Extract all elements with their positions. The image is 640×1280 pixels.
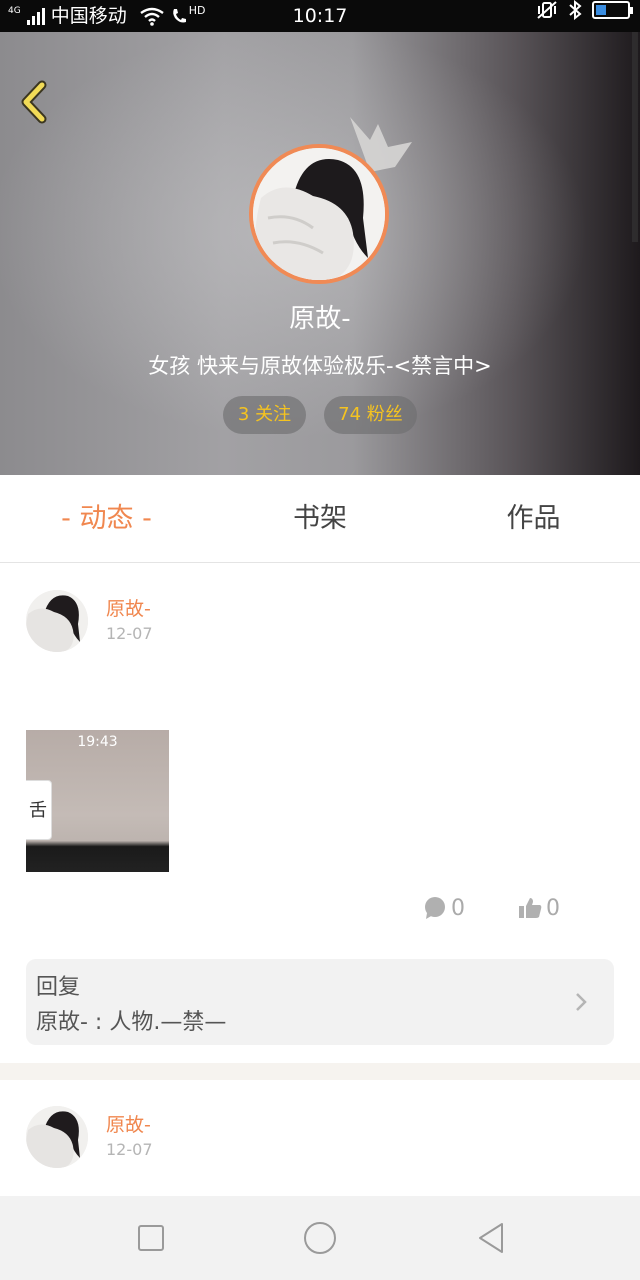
post-author[interactable]: 原故- (106, 594, 151, 621)
scroll-edge (632, 32, 638, 242)
profile-header: 原故- 女孩 快来与原故体验极乐-<禁言中> 3 关注 74 粉丝 (0, 32, 640, 475)
profile-avatar[interactable] (249, 144, 389, 284)
comment-count: 0 (451, 895, 465, 921)
tab-bookshelf[interactable]: 书架 (213, 475, 427, 563)
thumbnail-time: 19:43 (77, 734, 118, 750)
thumbs-up-icon (519, 898, 542, 918)
following-count-pill[interactable]: 3 关注 (223, 396, 306, 434)
post-avatar-image (26, 590, 88, 652)
chevron-right-icon (576, 993, 587, 1011)
reply-preview[interactable]: 回复 原故- : 人物.—禁— (26, 959, 614, 1045)
post-header: 原故- 12-07 (26, 1106, 426, 1168)
reply-title: 回复 (36, 975, 81, 1000)
battery-icon (592, 1, 633, 19)
post-divider (0, 1063, 640, 1080)
post-date: 12-07 (106, 1140, 153, 1159)
post-avatar[interactable] (26, 1106, 88, 1168)
avatar-image (253, 148, 385, 280)
followers-count-pill[interactable]: 74 粉丝 (324, 396, 417, 434)
home-circle-icon[interactable] (300, 1218, 340, 1258)
post-author[interactable]: 原故- (106, 1110, 151, 1137)
tab-works[interactable]: 作品 (427, 475, 640, 563)
reply-text: 原故- : 人物.—禁— (36, 1010, 227, 1035)
post-image-thumbnail[interactable]: 19:43 舌 (26, 730, 169, 872)
post-header: 原故- 12-07 (26, 590, 426, 652)
recent-apps-square-icon[interactable] (131, 1218, 171, 1258)
status-bar: 4G 中国移动 HD 10:17 (0, 0, 640, 32)
bluetooth-icon (569, 0, 582, 20)
tab-activity[interactable]: - 动态 - (0, 475, 213, 563)
status-right (536, 0, 633, 20)
system-nav-bar (0, 1196, 640, 1280)
comment-button[interactable]: 0 (423, 893, 465, 923)
profile-bio: 女孩 快来与原故体验极乐-<禁言中> (148, 354, 492, 378)
vibrate-mute-icon (537, 1, 557, 19)
post-avatar-image (26, 1106, 88, 1168)
thumbnail-card: 舌 (26, 780, 52, 840)
profile-name: 原故- (289, 304, 351, 334)
post-date: 12-07 (106, 624, 153, 643)
post-avatar[interactable] (26, 590, 88, 652)
back-chevron-icon[interactable] (14, 77, 54, 127)
like-button[interactable]: 0 (518, 893, 560, 923)
profile-tabs: - 动态 - 书架 作品 (0, 475, 640, 563)
back-triangle-icon[interactable] (472, 1218, 512, 1258)
like-count: 0 (546, 895, 560, 921)
speech-bubble-icon (425, 897, 445, 919)
